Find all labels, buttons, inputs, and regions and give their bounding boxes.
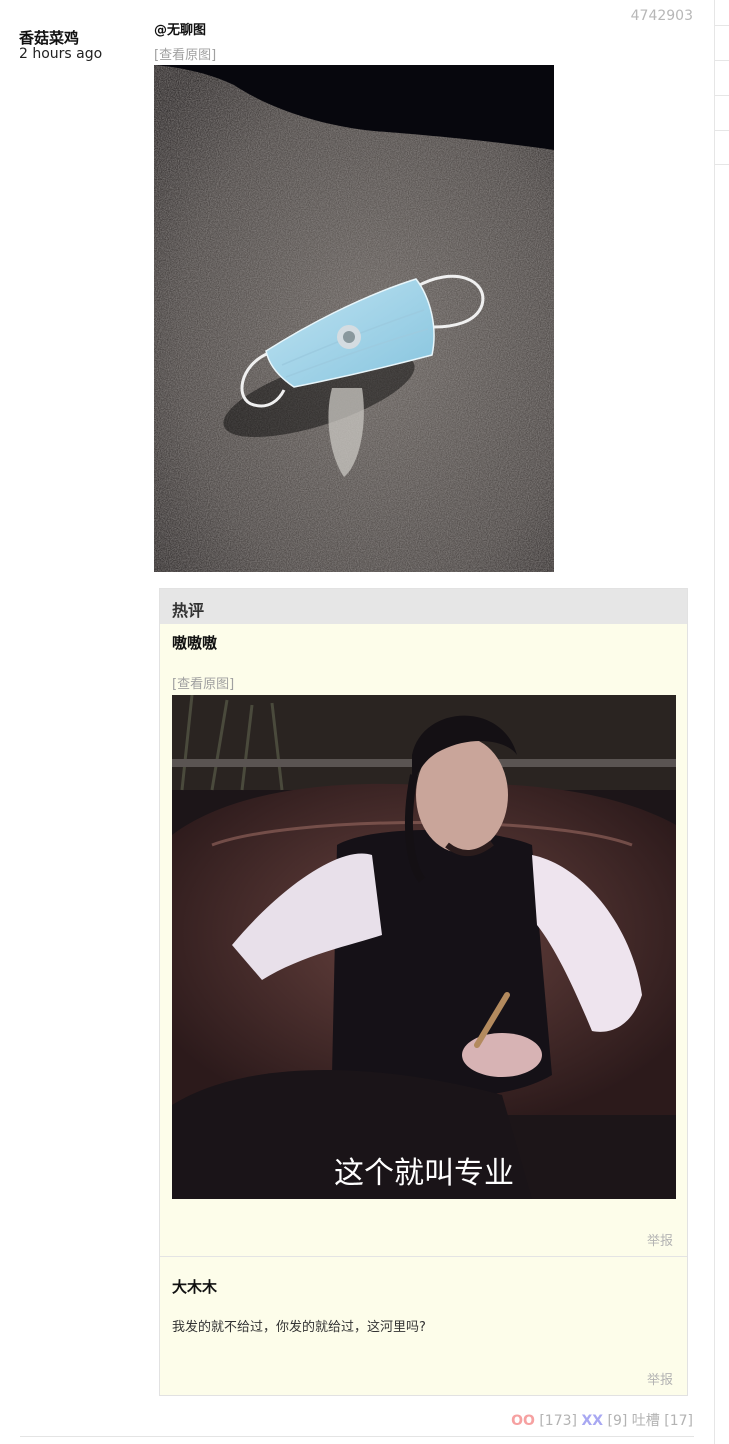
hot-comments-panel: 热评 嗷嗷嗷 [查看原图] 这个就叫专业 举报 大木木 我发的就不给过，你发的就… (159, 588, 688, 1396)
tucao-button[interactable]: 吐槽 (632, 1413, 660, 1429)
hot-comments-header: 热评 (160, 589, 687, 624)
comment-divider (160, 1256, 687, 1257)
post-mention: @无聊图 (154, 23, 207, 38)
comment-image[interactable]: 这个就叫专业 (172, 695, 676, 1199)
comment-author: 嗷嗷嗷 (172, 634, 218, 652)
comment-author: 大木木 (172, 1278, 218, 1296)
post-time: 2 hours ago (19, 46, 103, 62)
image-caption: 这个就叫专业 (334, 1156, 514, 1191)
post-author: 香菇菜鸡 (19, 29, 80, 47)
scrollbar-track[interactable] (714, 0, 729, 1444)
hot-comments-title: 热评 (172, 601, 205, 620)
bottom-divider (20, 1436, 694, 1437)
post-id[interactable]: 4742903 (631, 8, 693, 24)
comment-text: 我发的就不给过，你发的就给过，这河里吗? (172, 1320, 426, 1335)
oo-vote-button[interactable]: OO (511, 1413, 535, 1429)
xx-count: [9] (607, 1413, 628, 1429)
view-original-link[interactable]: [查看原图] (172, 673, 234, 692)
oo-count: [173] (539, 1413, 577, 1429)
xx-vote-button[interactable]: XX (581, 1413, 603, 1429)
vote-bar: OO [173] XX [9] 吐槽 [17] (511, 1410, 693, 1430)
post-image[interactable] (154, 65, 554, 572)
tucao-count: [17] (664, 1413, 693, 1429)
report-button[interactable]: 举报 (647, 1369, 673, 1388)
report-button[interactable]: 举报 (647, 1230, 673, 1249)
view-original-link[interactable]: [查看原图] (154, 44, 216, 63)
